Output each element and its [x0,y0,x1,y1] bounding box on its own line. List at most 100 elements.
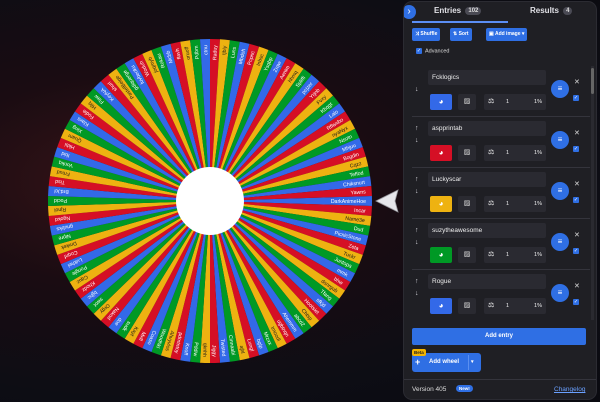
tab-entries[interactable]: Entries 102 [434,6,482,15]
entry-weight-value[interactable]: 1 [506,145,509,161]
results-count-badge: 4 [563,7,573,15]
close-icon[interactable]: ✕ [574,129,580,137]
entries-count-badge: 102 [465,7,482,15]
entry-settings-button[interactable]: ≡ [551,284,569,302]
entry-color-button[interactable]: ◕ [430,196,452,212]
wheel-label: Rjnol [54,206,66,213]
entry-image-button[interactable]: ▨ [458,298,476,314]
entry-name-input[interactable]: Luckyscar [428,172,546,187]
move-down-icon[interactable]: ↓ [415,239,419,246]
image-icon: ▨ [463,98,471,105]
close-icon[interactable]: ✕ [574,231,580,239]
sort-button[interactable]: ⇅ Sort [450,28,472,41]
wheel-label: BrdJcl [54,187,69,194]
close-icon[interactable]: ✕ [574,282,580,290]
entry-row: ↓ Fcklogics ◕ ▨ ⚖ 1 1% ≡ ✕ ✓ [412,66,590,117]
wheel-label: Tisd [55,178,65,185]
entry-settings-button[interactable]: ≡ [551,131,569,149]
add-image-label: Add image [494,31,521,37]
entry-weight-value[interactable]: 1 [506,247,509,263]
entry-weight-field[interactable]: ⚖ 1 1% [484,94,546,110]
entry-image-button[interactable]: ▨ [458,196,476,212]
entry-settings-button[interactable]: ≡ [551,80,569,98]
entry-enabled-checkbox[interactable]: ✓ [573,299,579,305]
move-down-icon[interactable]: ↓ [415,137,419,144]
entry-image-button[interactable]: ▨ [458,145,476,161]
image-icon: ▨ [463,251,471,258]
entry-weight-value[interactable]: 1 [506,94,509,110]
chevron-down-icon[interactable]: ▾ [471,353,474,372]
image-icon: ▨ [463,302,471,309]
entry-settings-button[interactable]: ≡ [551,182,569,200]
move-down-icon[interactable]: ↓ [415,86,419,93]
scale-icon: ⚖ [488,98,495,105]
move-up-icon[interactable]: ↑ [415,278,419,285]
entry-color-button[interactable]: ◕ [430,247,452,263]
image-icon: ▣ [489,31,494,37]
move-up-icon[interactable]: ↑ [415,227,419,234]
changelog-link[interactable]: Changelog [554,386,585,393]
entry-percent: 1% [534,201,542,207]
entries-scrollbar[interactable] [591,66,594,320]
close-icon[interactable]: ✕ [574,180,580,188]
new-badge: New! [456,385,473,392]
entry-weight-value[interactable]: 1 [506,196,509,212]
move-down-icon[interactable]: ↓ [415,290,419,297]
scale-icon: ⚖ [488,149,495,156]
sliders-icon: ≡ [557,237,563,246]
version-label: Version 405 [412,386,447,393]
advanced-checkbox[interactable]: ✓ [416,48,422,54]
palette-icon: ◕ [438,250,444,259]
move-up-icon[interactable]: ↑ [415,176,419,183]
sliders-icon: ≡ [557,84,563,93]
close-icon[interactable]: ✕ [574,78,580,86]
collapse-panel-button[interactable]: › [404,5,416,19]
entry-enabled-checkbox[interactable]: ✓ [573,197,579,203]
entry-image-button[interactable]: ▨ [458,94,476,110]
entry-color-button[interactable]: ◕ [430,298,452,314]
entry-name-input[interactable]: aspprintab [428,121,546,136]
tab-results[interactable]: Results 4 [530,6,573,15]
move-up-icon[interactable]: ↑ [415,125,419,132]
spin-wheel[interactable]: DarkAnimeHoeIncarName3eDudPicnicStoneZet… [0,0,405,402]
entry-row: ↑ ↓ suzytheawesome ◕ ▨ ⚖ 1 1% ≡ ✕ ✓ [412,219,590,270]
add-entry-button[interactable]: Add entry [412,328,586,345]
entry-enabled-checkbox[interactable]: ✓ [573,146,579,152]
entry-name-input[interactable]: Rogue [428,274,546,289]
advanced-label: Advanced [425,48,450,55]
entry-percent: 1% [534,252,542,258]
tab-entries-label: Entries [434,6,462,15]
entry-weight-field[interactable]: ⚖ 1 1% [484,247,546,263]
entry-image-button[interactable]: ▨ [458,247,476,263]
entry-color-button[interactable]: ◕ [430,145,452,161]
beta-badge: Beta [412,349,426,356]
wheel-label: tjbiy [222,45,229,55]
wheel-label: Raduy [212,45,218,61]
advanced-toggle[interactable]: ✓ Advanced [416,48,449,54]
entry-color-button[interactable]: ◕ [430,94,452,110]
entry-settings-button[interactable]: ≡ [551,233,569,251]
image-icon: ▨ [463,149,471,156]
wheel-label: ctnu [203,45,209,55]
entry-enabled-checkbox[interactable]: ✓ [573,95,579,101]
shuffle-button[interactable]: ⤨ Shuffle [412,28,441,41]
move-down-icon[interactable]: ↓ [415,188,419,195]
entry-weight-field[interactable]: ⚖ 1 1% [484,145,546,161]
entry-name-input[interactable]: suzytheawesome [428,223,546,238]
entries-list: ↓ Fcklogics ◕ ▨ ⚖ 1 1% ≡ ✕ ✓ ↑ ↓ aspprintab ◕ ▨ ⚖ 1 1% ≡ ✕ ✓… [412,66,590,320]
entry-enabled-checkbox[interactable]: ✓ [573,248,579,254]
wheel-label: Jiggy [210,345,216,358]
entry-weight-field[interactable]: ⚖ 1 1% [484,196,546,212]
entry-name-input[interactable]: Fcklogics [428,70,546,85]
wheel-center[interactable] [176,167,244,235]
tab-results-label: Results [530,6,559,15]
entry-row: ↑ ↓ aspprintab ◕ ▨ ⚖ 1 1% ≡ ✕ ✓ [412,117,590,168]
scale-icon: ⚖ [488,200,495,207]
entry-weight-value[interactable]: 1 [506,298,509,314]
scroll-thumb[interactable] [591,68,594,94]
wheel-area[interactable]: DarkAnimeHoe Incar Name3e Dud PicnicStone Zet… [0,0,405,402]
entry-weight-field[interactable]: ⚖ 1 1% [484,298,546,314]
entry-row: ↑ ↓ Rogue ◕ ▨ ⚖ 1 1% ≡ ✕ ✓ [412,270,590,320]
add-image-button[interactable]: ▣ Add image ▾ [486,28,528,41]
chevron-right-icon: › [407,6,411,17]
